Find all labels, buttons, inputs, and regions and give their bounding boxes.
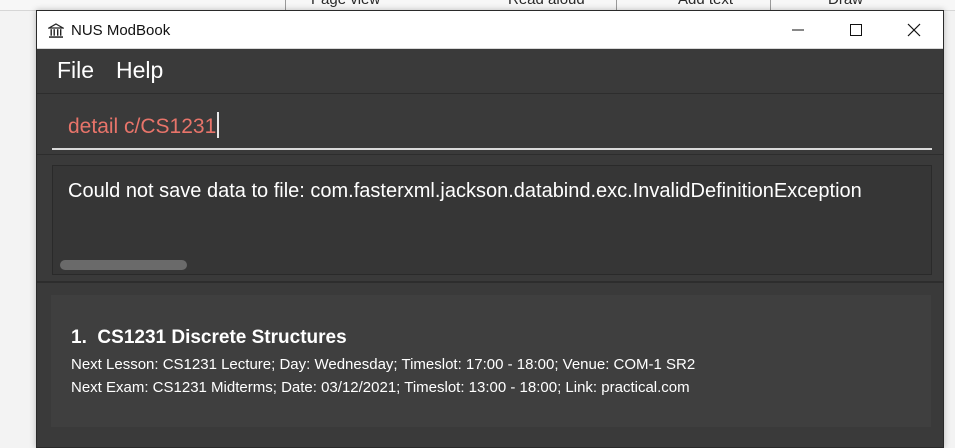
divider [37,281,943,283]
maximize-button[interactable] [827,11,885,49]
text-cursor [217,112,220,138]
menu-file[interactable]: File [57,57,94,84]
minimize-icon [792,29,804,31]
toolbar-divider [616,0,617,10]
command-input[interactable]: detail c/CS1231 [52,94,932,150]
toolbar-divider [285,0,286,10]
module-next-exam: Next Exam: CS1231 Midterms; Date: 03/12/… [71,379,690,396]
command-area: detail c/CS1231 [37,93,943,155]
result-message: Could not save data to file: com.fasterx… [68,180,862,202]
result-display[interactable]: Could not save data to file: com.fasterx… [52,165,932,275]
close-button[interactable] [885,11,943,49]
app-window: NUS ModBook File Help detail c/CS1231 Co… [36,10,944,448]
command-text: detail c/CS1231 [68,115,217,138]
horizontal-scrollbar-thumb[interactable] [60,260,187,270]
bank-icon [48,23,64,38]
close-icon [907,23,921,37]
add-text-label[interactable]: Add text [678,0,733,8]
title-bar[interactable]: NUS ModBook [37,11,943,49]
maximize-icon [850,24,862,36]
read-aloud-label[interactable]: Read aloud [508,0,585,8]
draw-label[interactable]: Draw [828,0,863,8]
minimize-button[interactable] [769,11,827,49]
menu-help[interactable]: Help [116,57,163,84]
window-title: NUS ModBook [71,22,171,39]
module-list: 1. CS1231 Discrete Structures Next Lesso… [51,295,931,427]
module-index: 1. [71,327,87,348]
toolbar-divider [770,0,771,10]
page-view-label[interactable]: Page view [311,0,380,8]
module-title: CS1231 Discrete Structures [97,327,347,348]
module-next-lesson: Next Lesson: CS1231 Lecture; Day: Wednes… [71,356,696,373]
menu-bar: File Help [37,49,943,93]
